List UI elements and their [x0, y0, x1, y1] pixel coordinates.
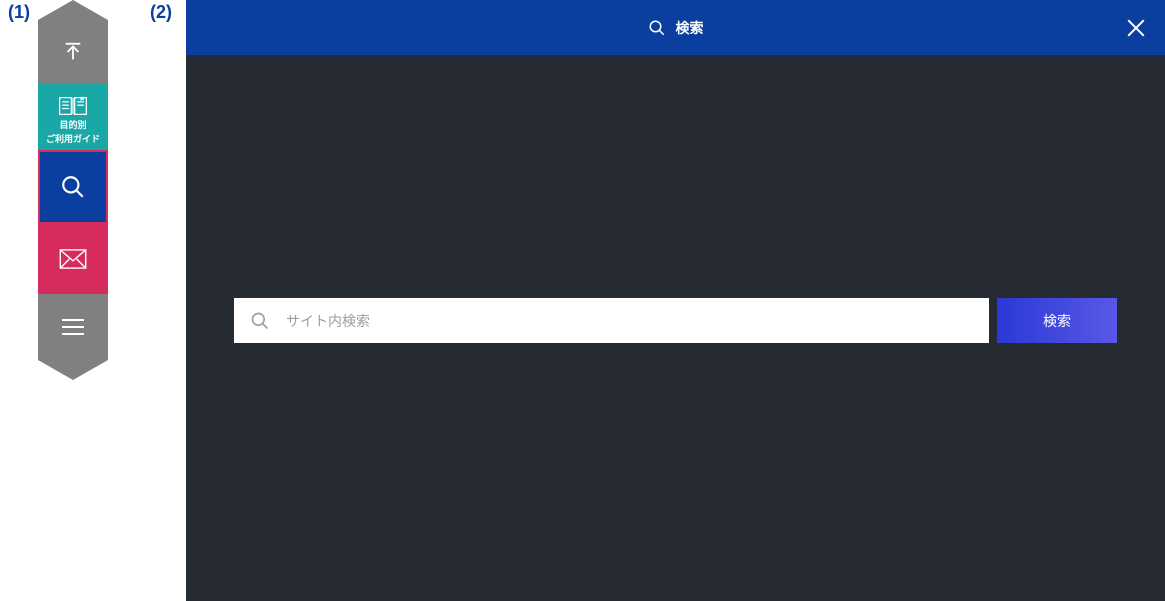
search-input-container[interactable] — [234, 298, 989, 343]
mail-icon — [59, 249, 87, 269]
sidebar-pointer-bottom — [38, 360, 108, 380]
search-input[interactable] — [286, 313, 973, 329]
panel-title: 検索 — [676, 18, 704, 38]
sidebar-search-button[interactable] — [40, 152, 106, 222]
guide-label-line2: ご利用ガイド — [46, 134, 100, 145]
annotation-2: (2) — [150, 2, 172, 23]
search-panel: 検索 検索 — [186, 0, 1165, 601]
arrow-up-icon — [62, 41, 84, 63]
book-icon — [58, 95, 88, 117]
hamburger-icon — [61, 318, 85, 336]
sidebar-contact-button[interactable] — [38, 224, 108, 294]
sidebar-menu-button[interactable] — [38, 294, 108, 360]
sidebar: 目的別 ご利用ガイド — [38, 0, 108, 380]
search-submit-button[interactable]: 検索 — [997, 298, 1117, 343]
search-submit-label: 検索 — [1043, 311, 1071, 331]
guide-label-line1: 目的別 — [59, 120, 86, 131]
search-row: 検索 — [234, 298, 1117, 343]
search-icon — [648, 19, 666, 37]
annotation-1: (1) — [8, 2, 30, 23]
search-icon — [60, 174, 86, 200]
usage-guide-button[interactable]: 目的別 ご利用ガイド — [38, 84, 108, 150]
close-button[interactable] — [1125, 17, 1147, 39]
search-icon — [250, 311, 270, 331]
sidebar-pointer-top — [38, 0, 108, 20]
search-panel-header: 検索 — [186, 0, 1165, 55]
scroll-top-button[interactable] — [38, 20, 108, 84]
sidebar-search-highlight — [38, 150, 108, 224]
